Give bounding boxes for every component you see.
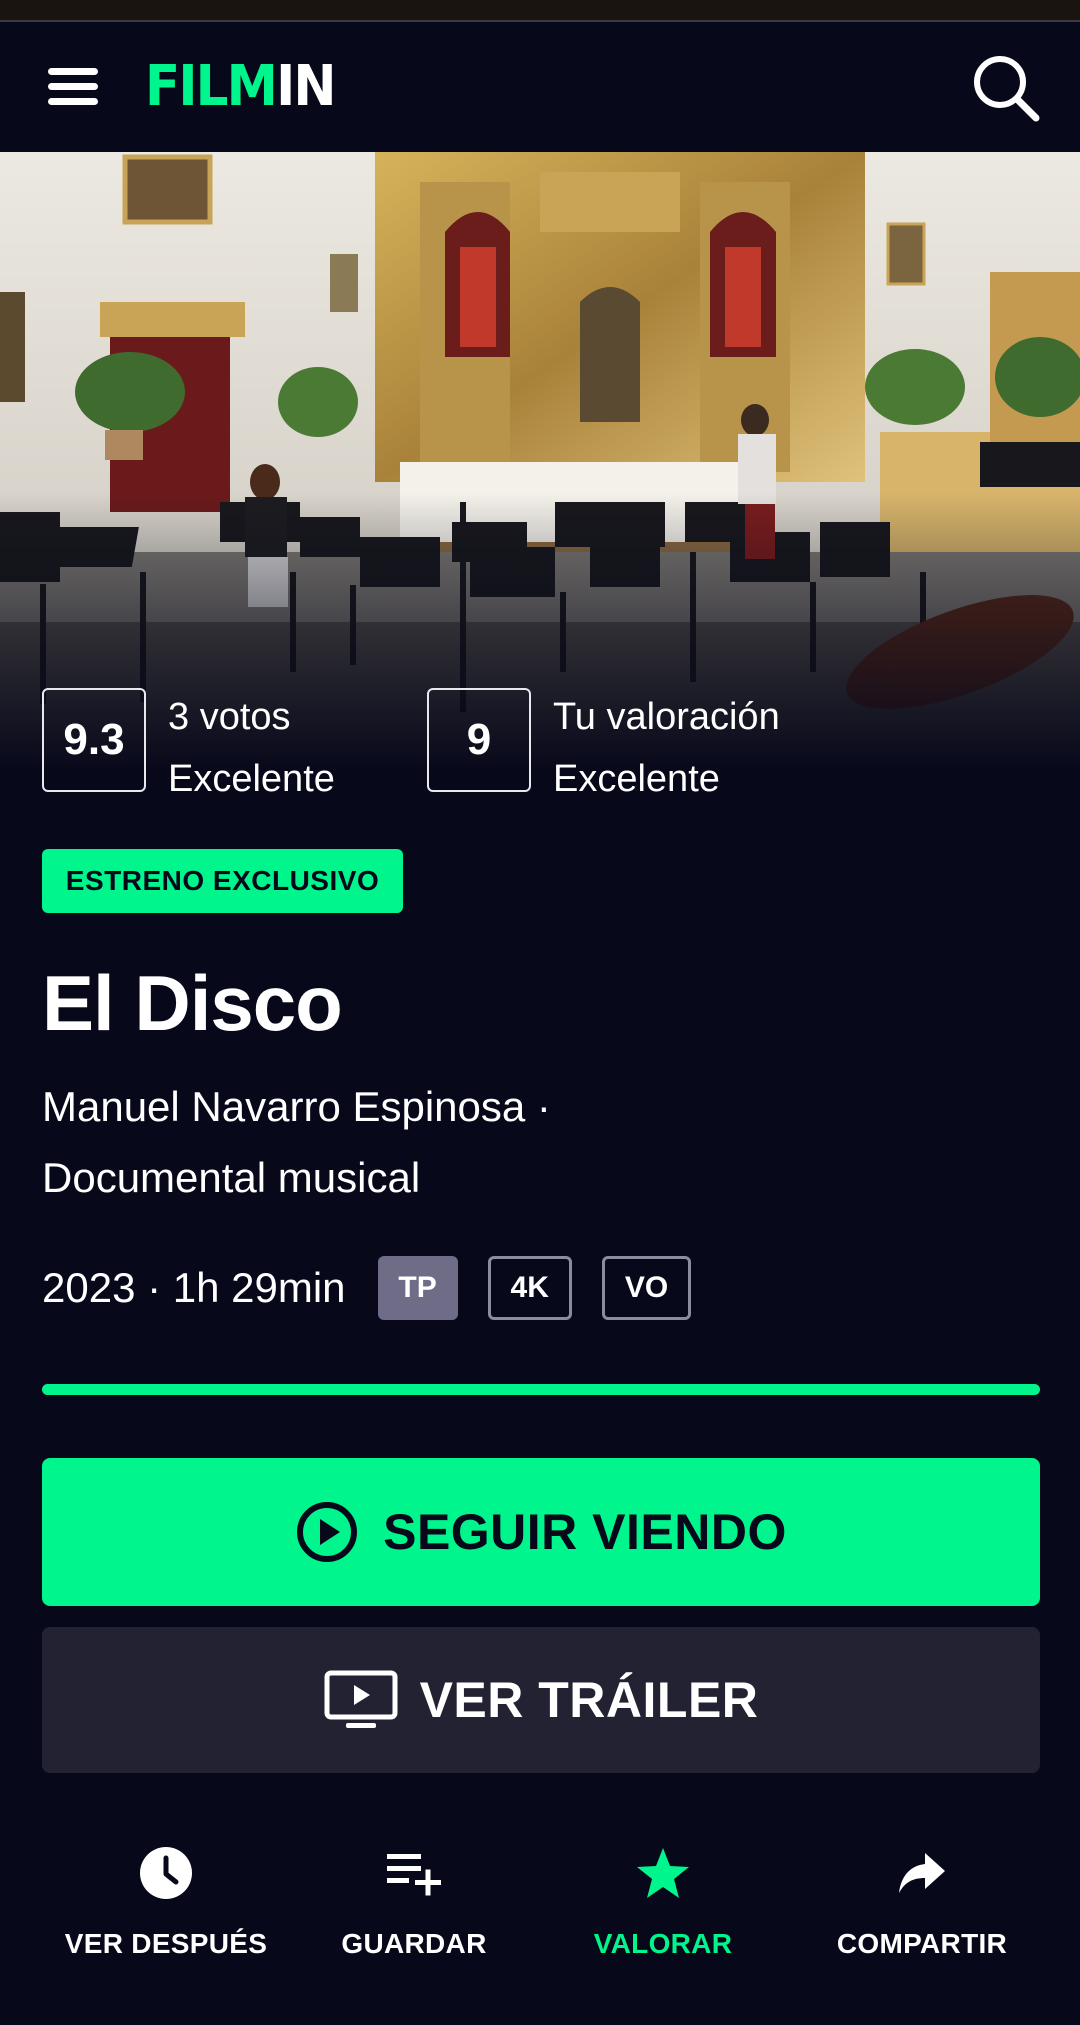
movie-title: El Disco xyxy=(42,959,343,1047)
rate-action[interactable]: VALORAR xyxy=(533,1838,793,1978)
share-label: COMPARTIR xyxy=(836,1928,1008,1959)
votes-count: 3 votos xyxy=(168,696,291,738)
share-icon xyxy=(899,1853,945,1893)
action-bar: VER DESPUÉS GUARDAR VALORAR COMPARTIR xyxy=(0,1838,1080,1978)
exclusive-premiere-badge: ESTRENO EXCLUSIVO xyxy=(42,849,403,913)
language-tag-vo: VO xyxy=(601,1256,692,1320)
watch-progress-bar xyxy=(42,1384,1040,1395)
rate-label: VALORAR xyxy=(593,1928,733,1959)
average-score-box: 9.3 xyxy=(42,688,146,792)
director-line: Manuel Navarro Espinosa · xyxy=(42,1083,551,1130)
hero-image xyxy=(0,152,1080,772)
app-header: FILMIN xyxy=(0,22,1080,152)
trailer-screen-icon xyxy=(324,1670,398,1728)
watch-trailer-button[interactable]: VER TRÁILER xyxy=(42,1627,1040,1773)
watch-later-action[interactable]: VER DESPUÉS xyxy=(36,1838,296,1978)
logo-text-green: FILM xyxy=(145,54,278,119)
watch-later-label: VER DESPUÉS xyxy=(64,1928,268,1959)
playlist-add-icon xyxy=(387,1854,441,1896)
hamburger-menu-icon[interactable] xyxy=(40,62,106,112)
genre-line: Documental musical xyxy=(42,1154,421,1201)
star-icon xyxy=(637,1848,689,1898)
status-bar xyxy=(0,0,1080,22)
user-score-box: 9 xyxy=(427,688,531,792)
logo-text-white: IN xyxy=(276,54,336,119)
share-action[interactable]: COMPARTIR xyxy=(792,1838,1052,1978)
clock-icon xyxy=(140,1847,192,1899)
save-action[interactable]: GUARDAR xyxy=(284,1838,544,1978)
user-rating-label: Excelente xyxy=(553,758,720,800)
year-duration: 2023 · 1h 29min xyxy=(42,1264,346,1311)
filmin-logo[interactable]: FILMIN xyxy=(145,52,337,122)
continue-watching-label: SEGUIR VIENDO xyxy=(383,1504,787,1560)
quality-tag-4k: 4K xyxy=(487,1256,572,1320)
search-icon[interactable] xyxy=(970,52,1042,124)
save-label: GUARDAR xyxy=(341,1928,487,1959)
rating-tag-tp: TP xyxy=(377,1256,458,1320)
user-rating-text: Tu valoración Excelente xyxy=(553,686,780,810)
continue-watching-button[interactable]: SEGUIR VIENDO xyxy=(42,1458,1040,1606)
watch-trailer-label: VER TRÁILER xyxy=(419,1672,759,1728)
user-rating-title: Tu valoración xyxy=(553,696,780,738)
movie-info-row: 2023 · 1h 29min TP 4K VO xyxy=(42,1256,721,1320)
play-circle-icon xyxy=(297,1502,358,1562)
average-rating-text: 3 votos Excelente xyxy=(168,686,335,810)
average-rating-label: Excelente xyxy=(168,758,335,800)
